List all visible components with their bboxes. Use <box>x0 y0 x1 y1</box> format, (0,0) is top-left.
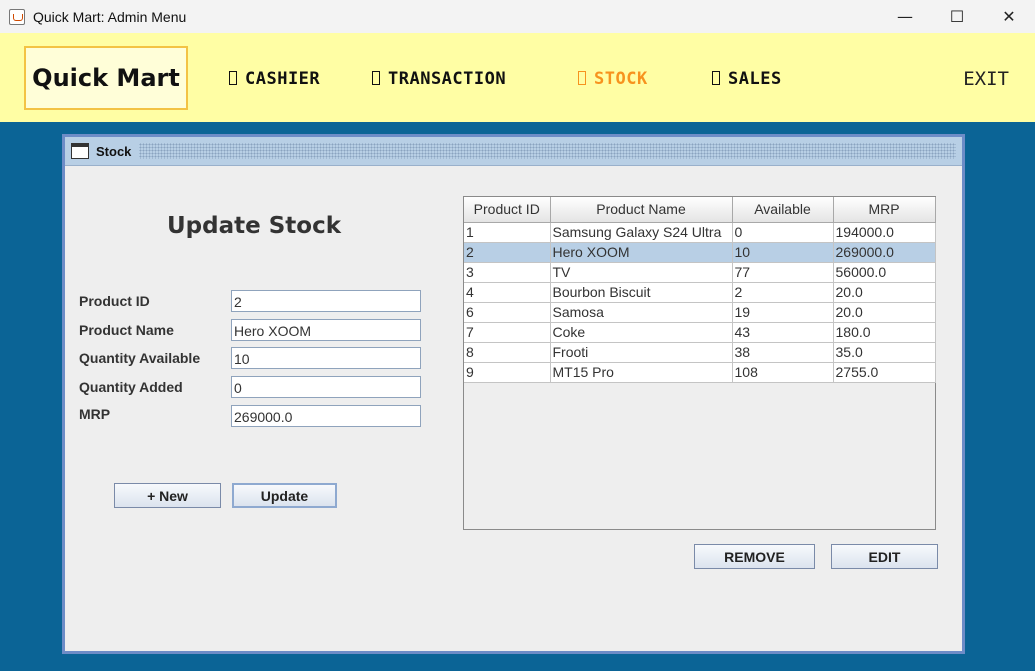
missing-glyph-icon <box>712 71 720 85</box>
cell-available: 0 <box>732 222 834 243</box>
cell-product-name: MT15 Pro <box>550 362 733 383</box>
nav-cashier-label: CASHIER <box>245 69 321 89</box>
nav-sales[interactable]: SALES <box>712 69 782 89</box>
java-cup-icon <box>9 8 25 25</box>
cell-available: 19 <box>732 302 834 323</box>
nav-transaction[interactable]: TRANSACTION <box>372 69 506 89</box>
table-row[interactable]: 4 Bourbon Biscuit 2 20.0 <box>464 282 936 303</box>
stock-frame-body: Stock Update Stock Product ID 2 Product … <box>65 137 962 651</box>
window-controls: — ☐ ✕ <box>879 0 1035 33</box>
quantity-available-label: Quantity Available <box>79 350 201 366</box>
quantity-added-row: Quantity Added 0 <box>79 376 429 398</box>
cell-product-id: 4 <box>464 282 551 303</box>
column-header-product-name[interactable]: Product Name <box>550 197 733 223</box>
missing-glyph-icon <box>578 71 586 85</box>
mrp-field[interactable]: 269000.0 <box>231 405 421 427</box>
mrp-label: MRP <box>79 406 111 422</box>
update-button[interactable]: Update <box>232 483 337 508</box>
cell-product-id: 6 <box>464 302 551 323</box>
window-title: Quick Mart: Admin Menu <box>33 8 187 25</box>
cell-product-name: Hero XOOM <box>550 242 733 263</box>
cell-product-name: Samosa <box>550 302 733 323</box>
cell-mrp: 194000.0 <box>833 222 936 243</box>
table-row[interactable]: 6 Samosa 19 20.0 <box>464 302 936 323</box>
cell-mrp: 56000.0 <box>833 262 936 283</box>
cell-product-name: Coke <box>550 322 733 343</box>
table-row[interactable]: 8 Frooti 38 35.0 <box>464 342 936 363</box>
table-row[interactable]: 3 TV 77 56000.0 <box>464 262 936 283</box>
nav-cashier[interactable]: CASHIER <box>229 69 320 89</box>
cell-mrp: 20.0 <box>833 302 936 323</box>
stock-internal-frame: Stock Update Stock Product ID 2 Product … <box>62 134 965 654</box>
column-header-product-id[interactable]: Product ID <box>464 197 551 223</box>
titlebar-grip <box>139 143 956 159</box>
product-id-row: Product ID 2 <box>79 290 429 312</box>
cell-product-id: 2 <box>464 242 551 263</box>
app-logo: Quick Mart <box>24 46 188 110</box>
cell-mrp: 20.0 <box>833 282 936 303</box>
cell-product-name: Samsung Galaxy S24 Ultra <box>550 222 733 243</box>
product-id-field[interactable]: 2 <box>231 290 421 312</box>
cell-available: 77 <box>732 262 834 283</box>
missing-glyph-icon <box>372 71 380 85</box>
window-icon <box>71 143 89 159</box>
exit-button[interactable]: EXIT <box>963 68 1009 90</box>
cell-available: 43 <box>732 322 834 343</box>
table-row-selected[interactable]: 2 Hero XOOM 10 269000.0 <box>464 242 936 263</box>
product-name-field[interactable]: Hero XOOM <box>231 319 421 341</box>
cell-product-name: Bourbon Biscuit <box>550 282 733 303</box>
quantity-added-label: Quantity Added <box>79 379 183 395</box>
table-row[interactable]: 7 Coke 43 180.0 <box>464 322 936 343</box>
stock-table-grid: Product ID Product Name Available MRP 1 … <box>464 197 936 383</box>
stock-table[interactable]: Product ID Product Name Available MRP 1 … <box>463 196 936 530</box>
cell-product-id: 8 <box>464 342 551 363</box>
cell-product-name: Frooti <box>550 342 733 363</box>
quantity-available-field[interactable]: 10 <box>231 347 421 369</box>
cell-product-id: 1 <box>464 222 551 243</box>
nav-stock-label: STOCK <box>594 69 648 89</box>
quantity-added-field[interactable]: 0 <box>231 376 421 398</box>
table-row[interactable]: 9 MT15 Pro 108 2755.0 <box>464 362 936 383</box>
column-header-available[interactable]: Available <box>732 197 834 223</box>
frame-titlebar[interactable]: Stock <box>65 137 962 166</box>
maximize-button[interactable]: ☐ <box>931 0 983 33</box>
cell-product-id: 7 <box>464 322 551 343</box>
cell-mrp: 269000.0 <box>833 242 936 263</box>
column-header-mrp[interactable]: MRP <box>833 197 936 223</box>
header-nav-bar: Quick Mart CASHIER TRANSACTION STOCK SAL… <box>0 33 1035 122</box>
cell-mrp: 180.0 <box>833 322 936 343</box>
cell-available: 10 <box>732 242 834 263</box>
product-name-row: Product Name Hero XOOM <box>79 319 429 341</box>
nav-transaction-label: TRANSACTION <box>388 69 507 89</box>
cell-available: 38 <box>732 342 834 363</box>
window-titlebar: Quick Mart: Admin Menu — ☐ ✕ <box>0 0 1035 33</box>
page-title: Update Stock <box>167 213 342 239</box>
remove-button[interactable]: REMOVE <box>694 544 815 569</box>
product-id-label: Product ID <box>79 293 150 309</box>
minimize-button[interactable]: — <box>879 0 931 33</box>
cell-product-id: 9 <box>464 362 551 383</box>
mrp-row: MRP 269000.0 <box>79 405 429 427</box>
edit-button[interactable]: EDIT <box>831 544 938 569</box>
cell-mrp: 2755.0 <box>833 362 936 383</box>
new-button[interactable]: + New <box>114 483 221 508</box>
cell-mrp: 35.0 <box>833 342 936 363</box>
product-name-label: Product Name <box>79 322 174 338</box>
missing-glyph-icon <box>229 71 237 85</box>
nav-sales-label: SALES <box>728 69 782 89</box>
cell-available: 2 <box>732 282 834 303</box>
table-header-row: Product ID Product Name Available MRP <box>464 197 936 223</box>
cell-available: 108 <box>732 362 834 383</box>
close-button[interactable]: ✕ <box>983 0 1035 33</box>
table-row[interactable]: 1 Samsung Galaxy S24 Ultra 0 194000.0 <box>464 222 936 243</box>
nav-stock[interactable]: STOCK <box>578 69 648 89</box>
cell-product-id: 3 <box>464 262 551 283</box>
cell-product-name: TV <box>550 262 733 283</box>
frame-title: Stock <box>96 143 132 159</box>
quantity-available-row: Quantity Available 10 <box>79 347 429 369</box>
